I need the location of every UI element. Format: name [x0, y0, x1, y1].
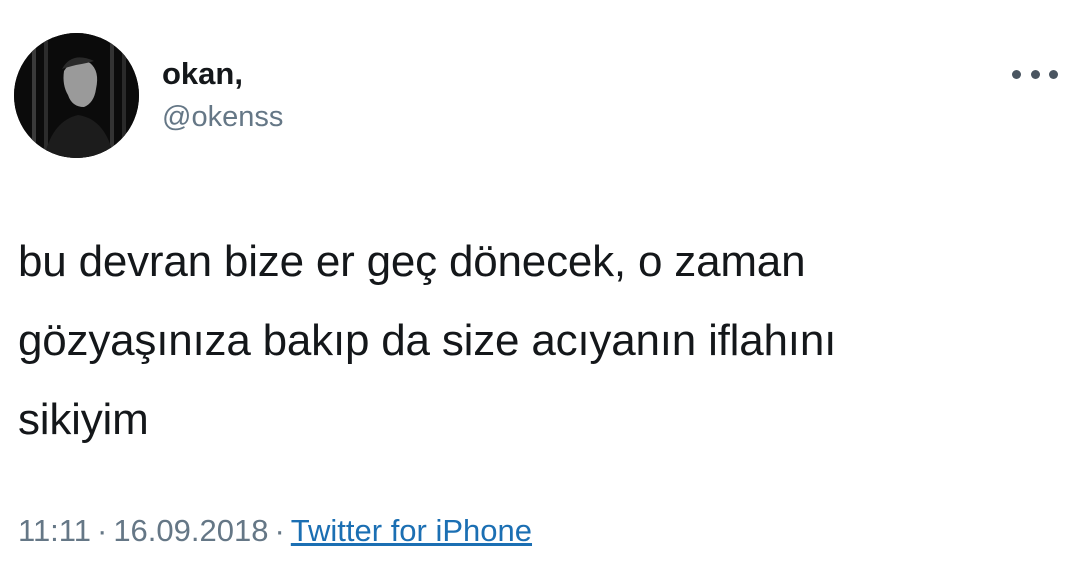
tweet-text: bu devran bize er geç dönecek, o zaman g…: [18, 222, 1048, 459]
display-name[interactable]: okan,: [162, 58, 243, 89]
user-handle[interactable]: @okenss: [162, 103, 283, 132]
tweet-source-link[interactable]: Twitter for iPhone: [291, 513, 532, 548]
meta-separator: ·: [274, 513, 285, 548]
avatar[interactable]: [14, 33, 139, 158]
more-options-icon[interactable]: [1012, 62, 1058, 86]
avatar-image: [14, 33, 139, 158]
tweet-text-line: sikiyim: [18, 395, 149, 444]
tweet-text-line: bu devran bize er geç dönecek, o zaman: [18, 237, 806, 286]
meta-separator: ·: [96, 513, 108, 548]
tweet-text-line: gözyaşınıza bakıp da size acıyanın iflah…: [18, 316, 837, 365]
tweet-card: okan, @okenss bu devran bize er geç döne…: [0, 0, 1072, 587]
tweet-meta: 11:11 · 16.09.2018 · Twitter for iPhone: [18, 515, 532, 546]
more-dot: [1012, 69, 1021, 79]
more-dot: [1049, 69, 1058, 79]
tweet-date: 16.09.2018: [113, 513, 269, 548]
more-dot: [1030, 69, 1040, 79]
tweet-time: 11:11: [18, 513, 91, 548]
